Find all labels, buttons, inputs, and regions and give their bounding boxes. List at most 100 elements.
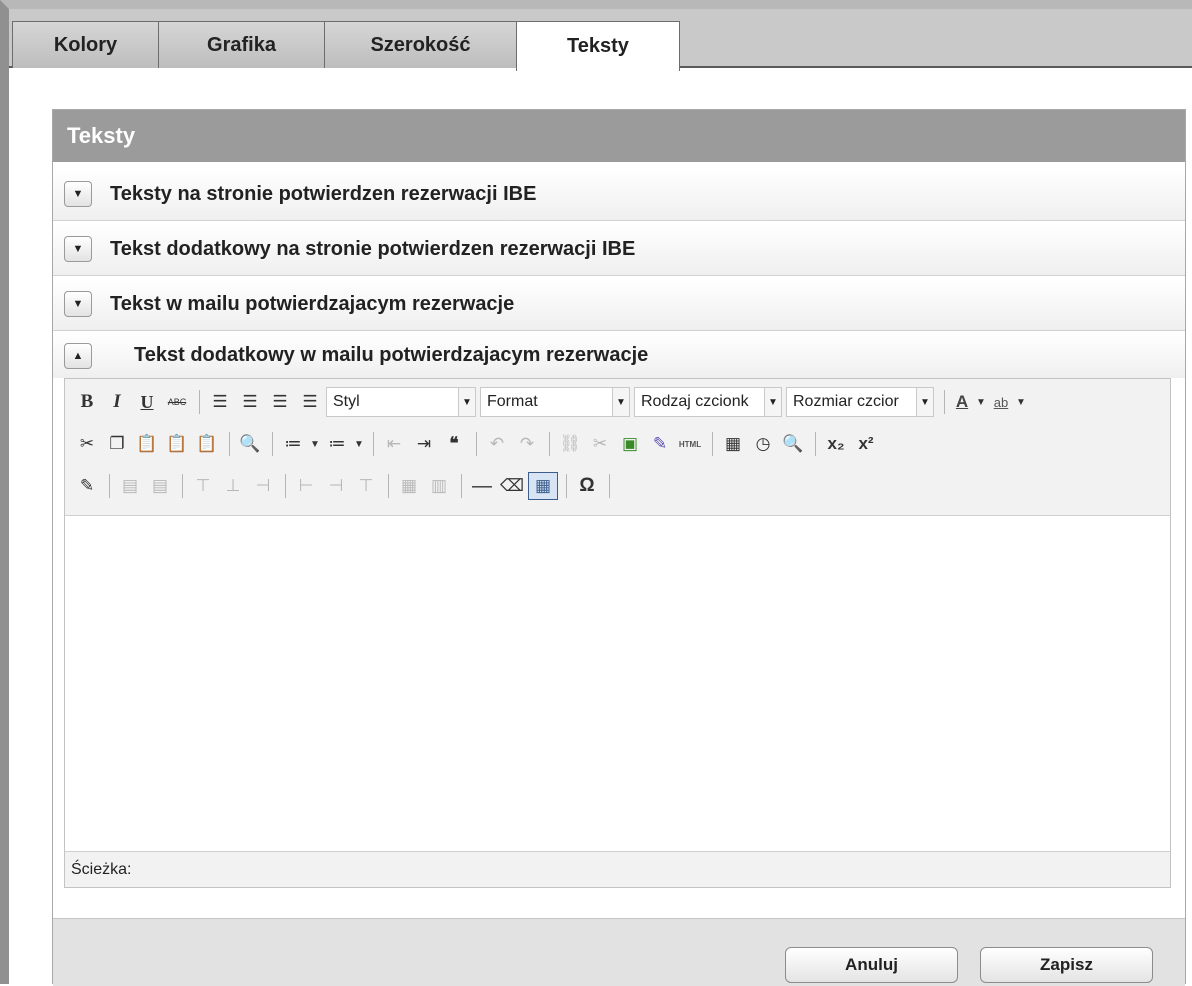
paste-text-icon[interactable]: 📋 bbox=[163, 431, 191, 457]
section-confirmation-mail-extra-text[interactable]: ▲ Tekst dodatkowy w mailu potwierdzajacy… bbox=[53, 333, 1185, 378]
cleanup-icon[interactable]: ✎ bbox=[646, 431, 674, 457]
outdent-icon[interactable]: ⇤ bbox=[380, 431, 408, 457]
superscript-button[interactable]: x² bbox=[852, 431, 880, 457]
redo-icon[interactable]: ↷ bbox=[513, 431, 541, 457]
cancel-button[interactable]: Anuluj bbox=[785, 947, 958, 983]
table-icon[interactable]: ▦ bbox=[528, 472, 558, 500]
chevron-down-icon[interactable]: ▼ bbox=[975, 389, 987, 415]
section-title: Teksty na stronie potwierdzen rezerwacji… bbox=[110, 182, 537, 205]
insert-row-after-icon[interactable]: ⊥ bbox=[219, 473, 247, 499]
toolbar-separator bbox=[712, 432, 713, 456]
toolbar-separator bbox=[373, 432, 374, 456]
toolbar-separator bbox=[549, 432, 550, 456]
toolbar-separator bbox=[272, 432, 273, 456]
toolbar-separator bbox=[388, 474, 389, 498]
format-select[interactable]: Format ▼ bbox=[480, 387, 630, 417]
texts-panel: Teksty ▼ Teksty na stronie potwierdzen r… bbox=[52, 109, 1186, 986]
collapse-toggle-button[interactable]: ▲ bbox=[64, 342, 92, 369]
align-left-icon[interactable]: ☰ bbox=[206, 389, 234, 415]
chevron-down-icon: ▼ bbox=[764, 388, 781, 416]
table-row-icon[interactable]: ▤ bbox=[116, 473, 144, 499]
undo-icon[interactable]: ↶ bbox=[483, 431, 511, 457]
clock-icon[interactable]: ◷ bbox=[749, 431, 777, 457]
numbered-list-icon[interactable]: ≔ bbox=[323, 431, 351, 457]
edit-icon[interactable]: ✎ bbox=[73, 473, 101, 499]
eraser-icon[interactable]: ⌫ bbox=[498, 473, 526, 499]
italic-button[interactable]: I bbox=[103, 389, 131, 415]
insert-col-after-icon[interactable]: ⊣ bbox=[322, 473, 350, 499]
underline-button[interactable]: U bbox=[133, 389, 161, 415]
style-select-value: Styl bbox=[333, 393, 360, 410]
html-source-button[interactable]: HTML bbox=[676, 431, 704, 457]
align-right-icon[interactable]: ☰ bbox=[266, 389, 294, 415]
paste-word-icon[interactable]: 📋 bbox=[193, 431, 221, 457]
section-title: Tekst dodatkowy w mailu potwierdzajacym … bbox=[134, 344, 649, 366]
align-center-icon[interactable]: ☰ bbox=[236, 389, 264, 415]
section-title: Tekst w mailu potwierdzajacym rezerwacje bbox=[110, 292, 515, 315]
editor-content-area[interactable] bbox=[65, 516, 1170, 852]
calendar-icon[interactable]: ▦ bbox=[719, 431, 747, 457]
find-icon[interactable]: 🔍 bbox=[236, 431, 264, 457]
toolbar-separator bbox=[109, 474, 110, 498]
bullet-list-icon[interactable]: ≔ bbox=[279, 431, 307, 457]
chevron-down-icon: ▼ bbox=[612, 388, 629, 416]
toolbar-separator bbox=[285, 474, 286, 498]
indent-icon[interactable]: ⇥ bbox=[410, 431, 438, 457]
special-char-button[interactable]: Ω bbox=[573, 473, 601, 499]
expand-toggle-button[interactable]: ▼ bbox=[64, 236, 92, 262]
font-family-value: Rodzaj czcionk bbox=[641, 393, 749, 410]
expand-toggle-button[interactable]: ▼ bbox=[64, 181, 92, 207]
editor-toolbar: B I U ABC ☰ ☰ ☰ ☰ Styl ▼ Format ▼ Rodzaj c… bbox=[65, 379, 1170, 516]
toolbar-separator bbox=[609, 474, 610, 498]
expand-toggle-button[interactable]: ▼ bbox=[64, 291, 92, 317]
chevron-down-icon[interactable]: ▼ bbox=[353, 431, 365, 457]
merge-cells-icon[interactable]: ▦ bbox=[395, 473, 423, 499]
panel-footer: Anuluj Zapisz bbox=[53, 918, 1185, 986]
table-cell-icon[interactable]: ▤ bbox=[146, 473, 174, 499]
path-label: Ścieżka: bbox=[71, 860, 132, 878]
font-color-button[interactable]: A bbox=[951, 389, 973, 415]
copy-icon[interactable]: ❐ bbox=[103, 431, 131, 457]
chevron-down-icon[interactable]: ▼ bbox=[309, 431, 321, 457]
style-select[interactable]: Styl ▼ bbox=[326, 387, 476, 417]
subscript-button[interactable]: x₂ bbox=[822, 431, 850, 457]
cut-icon[interactable]: ✂ bbox=[73, 431, 101, 457]
section-confirmation-mail-text[interactable]: ▼ Tekst w mailu potwierdzajacym rezerwac… bbox=[53, 278, 1185, 331]
split-cells-icon[interactable]: ▥ bbox=[425, 473, 453, 499]
section-confirmation-page-texts[interactable]: ▼ Teksty na stronie potwierdzen rezerwac… bbox=[53, 168, 1185, 221]
editor-path-bar: Ścieżka: bbox=[65, 851, 1170, 887]
toolbar-separator bbox=[476, 432, 477, 456]
strikethrough-button[interactable]: ABC bbox=[163, 389, 191, 415]
toolbar-separator bbox=[944, 390, 945, 414]
toolbar-separator bbox=[566, 474, 567, 498]
insert-col-before-icon[interactable]: ⊢ bbox=[292, 473, 320, 499]
highlight-color-button[interactable]: ab bbox=[989, 389, 1013, 415]
bold-button[interactable]: B bbox=[73, 389, 101, 415]
link-icon[interactable]: ⛓ bbox=[556, 431, 584, 457]
align-justify-icon[interactable]: ☰ bbox=[296, 389, 324, 415]
delete-row-icon[interactable]: ⊣ bbox=[249, 473, 277, 499]
preview-icon[interactable]: 🔍 bbox=[779, 431, 807, 457]
tab-teksty[interactable]: Teksty bbox=[516, 21, 680, 71]
horizontal-rule-icon[interactable]: — bbox=[468, 473, 496, 499]
tab-szerokosc[interactable]: Szerokość bbox=[324, 21, 517, 68]
font-size-select[interactable]: Rozmiar czcior ▼ bbox=[786, 387, 934, 417]
tab-kolory[interactable]: Kolory bbox=[12, 21, 159, 68]
toolbar-separator bbox=[815, 432, 816, 456]
tab-bar: Kolory Grafika Szerokość Teksty bbox=[9, 9, 1192, 71]
font-size-value: Rozmiar czcior bbox=[793, 393, 899, 410]
insert-row-before-icon[interactable]: ⊤ bbox=[189, 473, 217, 499]
unlink-icon[interactable]: ✂ bbox=[586, 431, 614, 457]
save-button[interactable]: Zapisz bbox=[980, 947, 1153, 983]
blockquote-icon[interactable]: ❝ bbox=[440, 431, 468, 457]
delete-col-icon[interactable]: ⊤ bbox=[352, 473, 380, 499]
chevron-down-icon: ▼ bbox=[458, 388, 475, 416]
image-icon[interactable]: ▣ bbox=[616, 431, 644, 457]
tab-grafika[interactable]: Grafika bbox=[158, 21, 325, 68]
toolbar-separator bbox=[229, 432, 230, 456]
font-family-select[interactable]: Rodzaj czcionk ▼ bbox=[634, 387, 782, 417]
toolbar-separator bbox=[461, 474, 462, 498]
section-confirmation-page-extra-text[interactable]: ▼ Tekst dodatkowy na stronie potwierdzen… bbox=[53, 223, 1185, 276]
chevron-down-icon[interactable]: ▼ bbox=[1015, 389, 1027, 415]
paste-icon[interactable]: 📋 bbox=[133, 431, 161, 457]
